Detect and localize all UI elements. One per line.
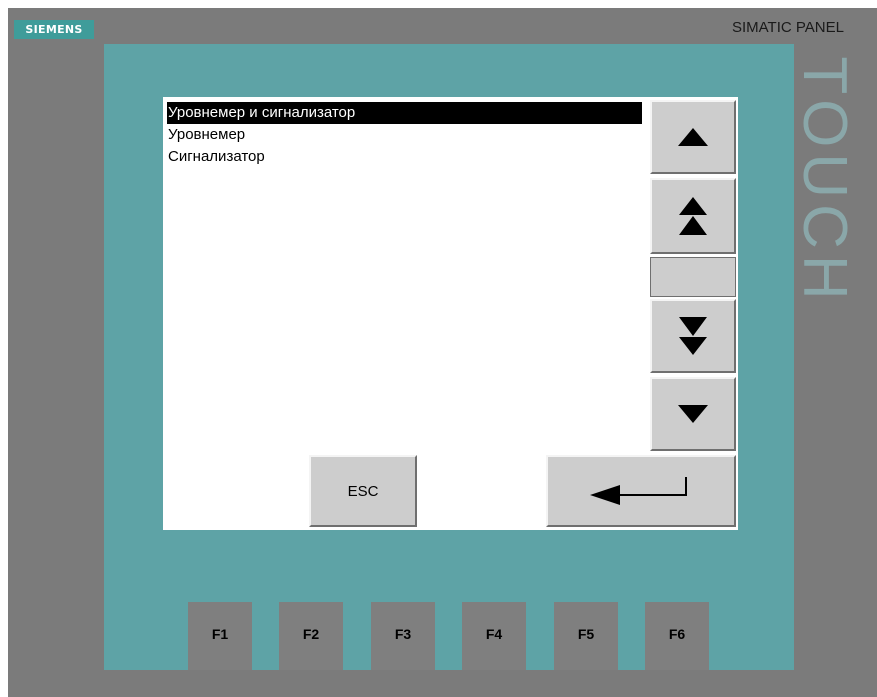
hmi-screen: Уровнемер и сигнализатор Уровнемер Сигна… bbox=[163, 97, 738, 530]
page-up-button[interactable] bbox=[650, 178, 736, 254]
triangle-up-icon bbox=[678, 128, 708, 146]
function-key-f6[interactable]: F6 bbox=[645, 602, 709, 670]
function-key-f5[interactable]: F5 bbox=[554, 602, 618, 670]
touch-label: TOUCH bbox=[794, 56, 854, 306]
page-down-button[interactable] bbox=[650, 299, 736, 373]
list-item-level-meter-and-signalizer[interactable]: Уровнемер и сигнализатор bbox=[167, 102, 642, 124]
scroll-position-indicator[interactable] bbox=[650, 257, 736, 297]
function-key-f3[interactable]: F3 bbox=[371, 602, 435, 670]
scroll-down-button[interactable] bbox=[650, 377, 736, 451]
touch-label-area: TOUCH bbox=[794, 50, 854, 312]
enter-button[interactable] bbox=[546, 455, 736, 527]
double-triangle-down-icon bbox=[679, 317, 707, 355]
triangle-down-icon bbox=[678, 405, 708, 423]
enter-arrow-icon bbox=[590, 477, 687, 505]
scroll-up-button[interactable] bbox=[650, 100, 736, 174]
siemens-logo: SIEMENS bbox=[14, 20, 94, 39]
double-triangle-up-icon bbox=[679, 197, 707, 235]
function-key-f4[interactable]: F4 bbox=[462, 602, 526, 670]
function-key-f2[interactable]: F2 bbox=[279, 602, 343, 670]
esc-button[interactable]: ESC bbox=[309, 455, 417, 527]
function-key-f1[interactable]: F1 bbox=[188, 602, 252, 670]
list-item-level-meter[interactable]: Уровнемер bbox=[167, 124, 642, 146]
model-label: SIMATIC PANEL bbox=[732, 19, 844, 36]
esc-label: ESC bbox=[347, 482, 379, 500]
list-item-signalizer[interactable]: Сигнализатор bbox=[167, 146, 642, 168]
